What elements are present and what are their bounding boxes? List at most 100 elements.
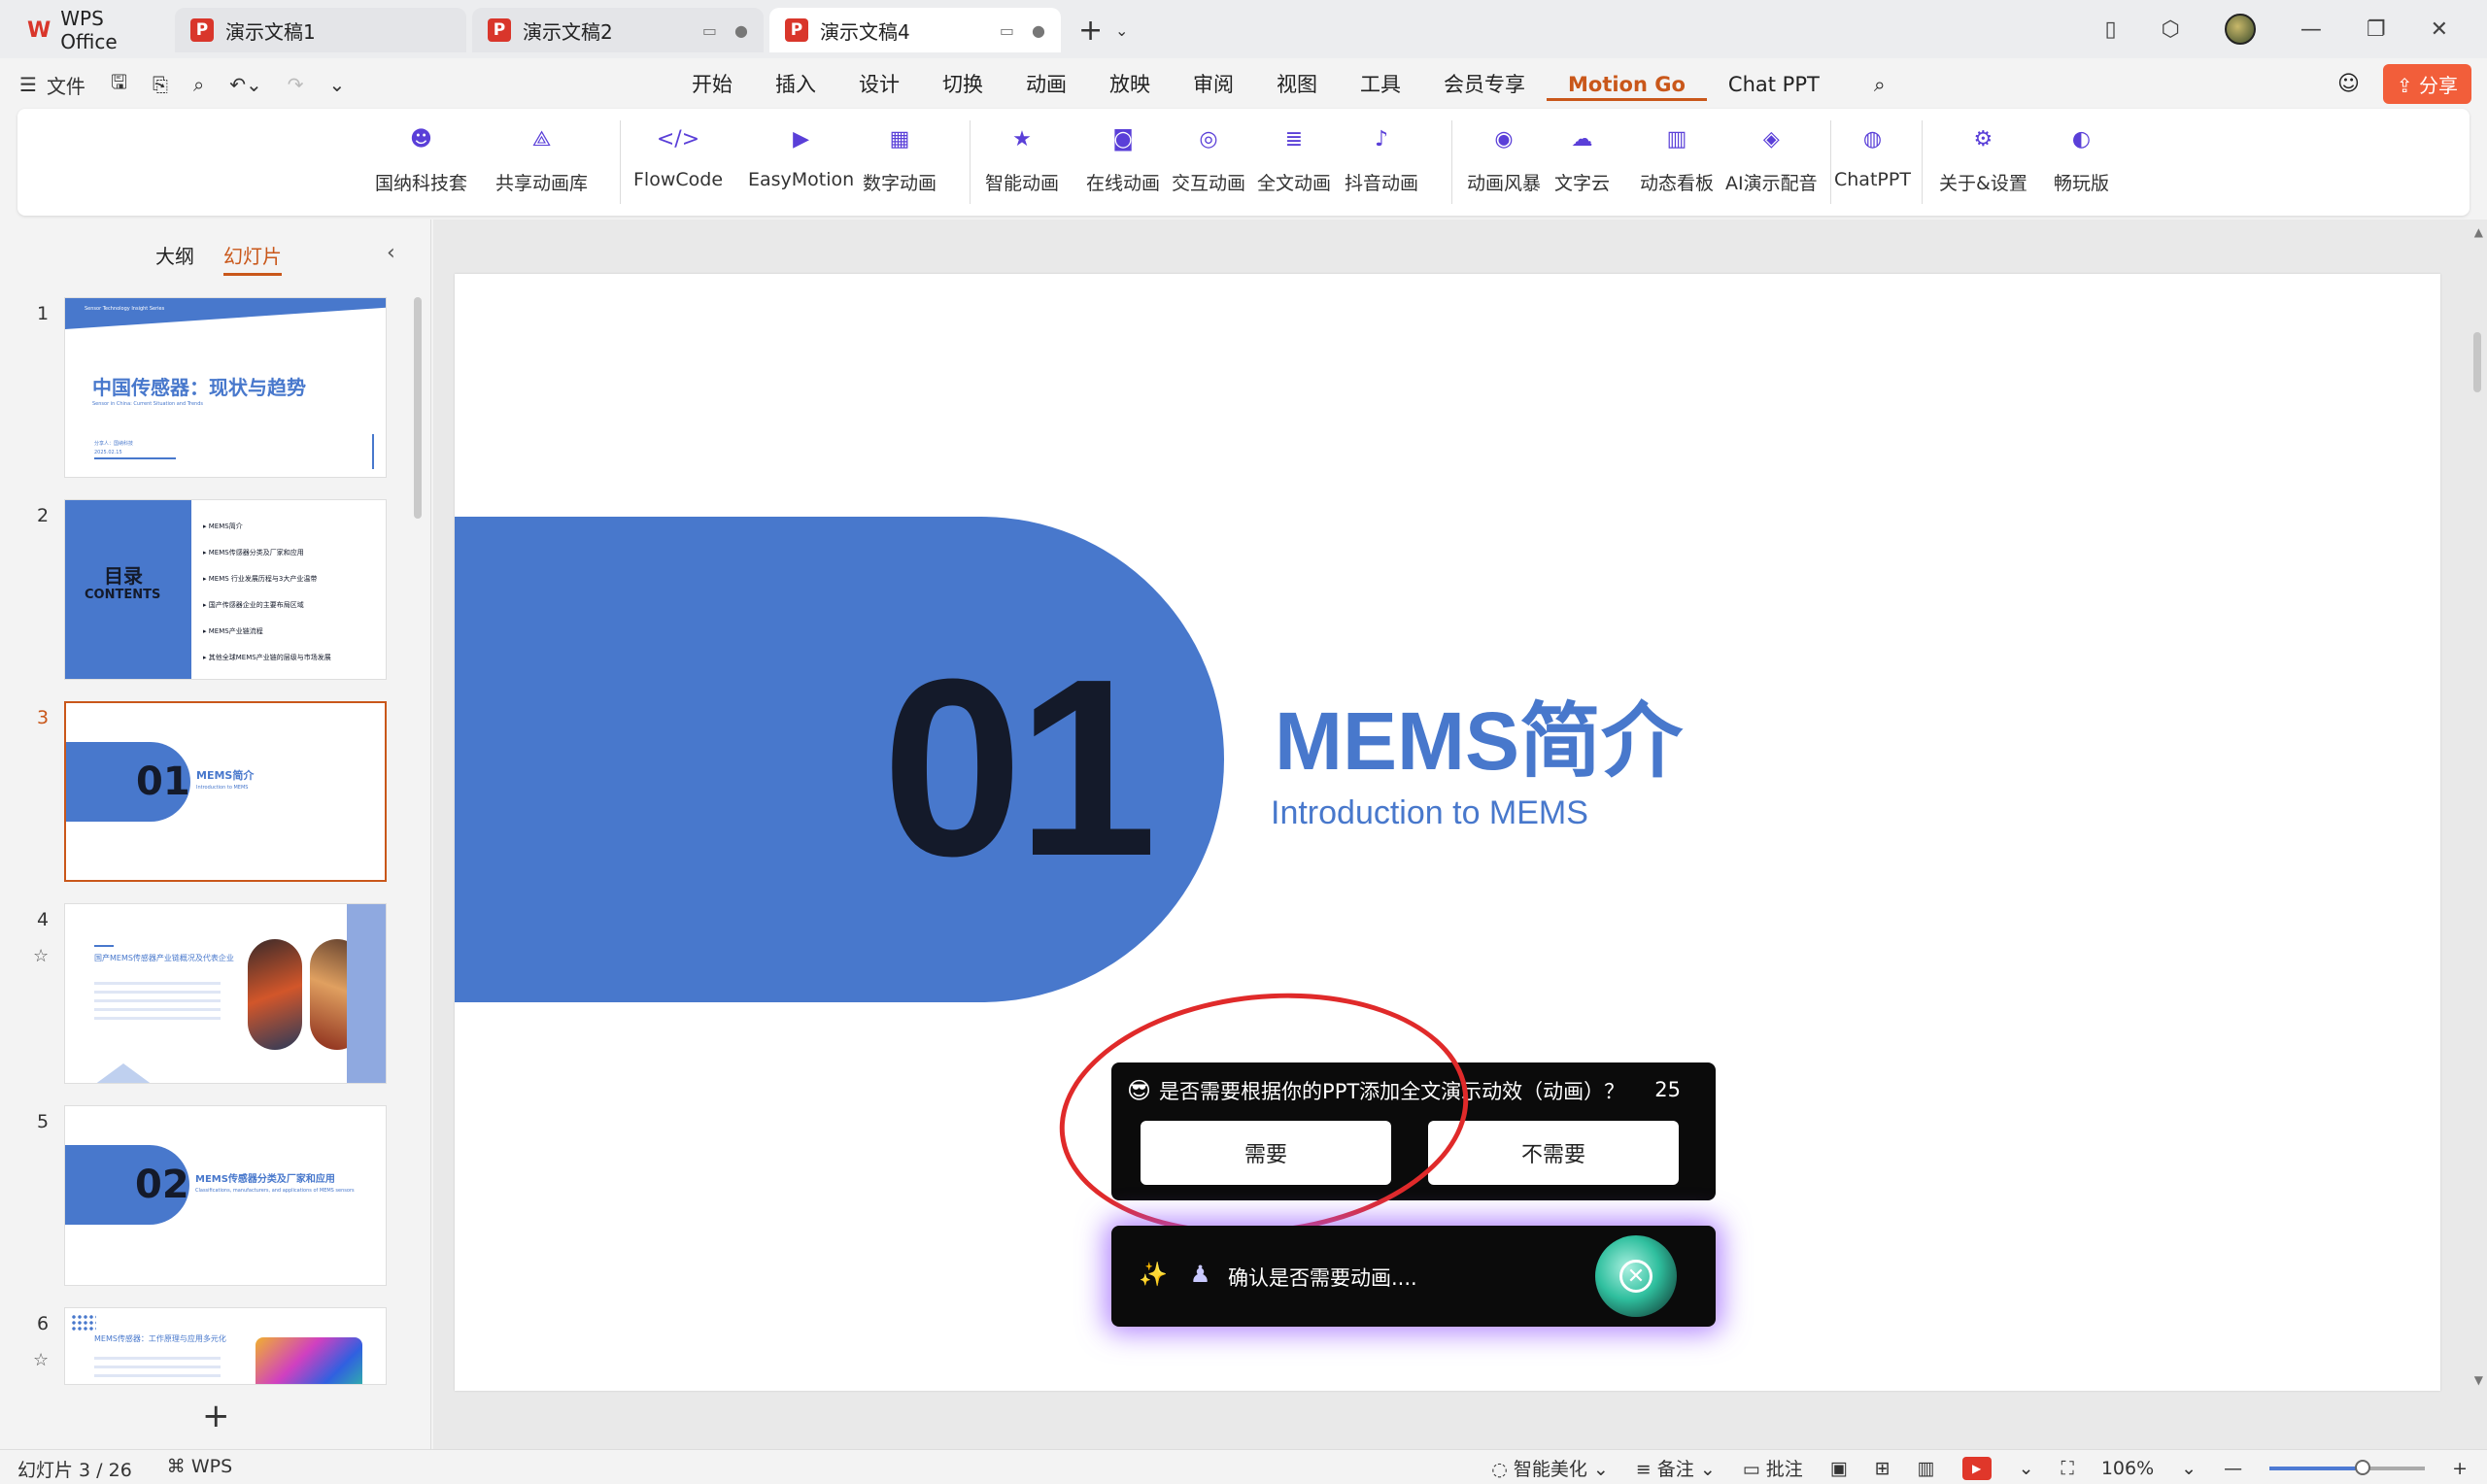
section-number[interactable]: 01	[882, 624, 1157, 914]
reading-view-icon[interactable]: ▥	[1918, 1458, 1935, 1479]
document-tab-4[interactable]: P 演示文稿4 ▭ ●	[769, 8, 1061, 52]
ribbon-digital-animation[interactable]: ▦ 数字动画	[863, 124, 937, 195]
smart-beautify-button[interactable]: ◌ 智能美化 ⌄	[1491, 1455, 1609, 1481]
notes-button[interactable]: ≡ 备注 ⌄	[1636, 1455, 1716, 1481]
ribbon-flowcode[interactable]: </> FlowCode	[633, 124, 723, 191]
zoom-slider-knob[interactable]	[2355, 1459, 2371, 1475]
chevron-down-icon[interactable]: ⌄	[2019, 1458, 2034, 1479]
layout-icon[interactable]: ▯	[2105, 17, 2117, 42]
tab-home[interactable]: 开始	[670, 68, 754, 101]
document-tab-1[interactable]: P 演示文稿1	[175, 8, 466, 52]
close-icon[interactable]: ✕	[2431, 17, 2448, 42]
slide-thumbnail-4[interactable]: 国产MEMS传感器产业链概况及代表企业	[64, 903, 387, 1084]
scroll-down-icon[interactable]: ▼	[2474, 1373, 2483, 1387]
chevron-down-icon[interactable]: ⌄	[1115, 21, 1128, 40]
slide-subtitle[interactable]: Introduction to MEMS	[1271, 794, 1588, 832]
ribbon-ai-voice[interactable]: ◈ AI演示配音	[1725, 124, 1818, 195]
ribbon-shared-library[interactable]: ⟁ 共享动画库	[495, 124, 588, 195]
save-icon[interactable]: 🖫	[111, 68, 127, 101]
ribbon-word-cloud[interactable]: ☁ 文字云	[1554, 124, 1610, 195]
print-preview-icon[interactable]: ⌕	[193, 73, 204, 96]
share-button[interactable]: ⇪ 分享	[2382, 64, 2471, 104]
slide-thumbnail-1[interactable]: Sensor Technology Insight Series 中国传感器：现…	[64, 297, 387, 478]
monitor-icon[interactable]: ▭	[1000, 21, 1014, 40]
export-icon[interactable]: ⎘	[153, 73, 168, 96]
tab-slideshow[interactable]: 放映	[1088, 68, 1172, 101]
ribbon-easymotion[interactable]: ▶ EasyMotion	[748, 124, 854, 191]
slide-thumbnail-6[interactable]: MEMS传感器：工作原理与应用多元化	[64, 1307, 387, 1385]
minimize-icon[interactable]: —	[2300, 17, 2322, 42]
current-slide-canvas[interactable]: 01 MEMS简介 Introduction to MEMS	[455, 274, 2440, 1391]
tab-outline[interactable]: 大纲	[155, 241, 194, 276]
tab-view[interactable]: 视图	[1255, 68, 1339, 101]
normal-view-icon[interactable]: ▣	[1830, 1458, 1848, 1479]
star-icon[interactable]: ☆	[33, 1350, 49, 1370]
tab-member[interactable]: 会员专享	[1422, 68, 1547, 101]
thumb-header: Sensor Technology Insight Series	[85, 306, 165, 312]
zoom-slider[interactable]	[2269, 1459, 2426, 1475]
comments-button[interactable]: ▭ 批注	[1743, 1455, 1803, 1481]
tab-chat-ppt[interactable]: Chat PPT	[1707, 68, 1841, 101]
wps-ai-button[interactable]: ⌘ WPS	[167, 1456, 232, 1482]
unsaved-dot-icon[interactable]: ●	[1032, 21, 1045, 40]
tab-tools[interactable]: 工具	[1339, 68, 1422, 101]
redo-icon[interactable]: ↷	[288, 73, 304, 96]
add-slide-plus-icon[interactable]: +	[202, 1397, 230, 1435]
wps-office-tab[interactable]: W WPS Office	[12, 7, 167, 53]
cube-icon[interactable]: ⬡	[2162, 17, 2180, 42]
ribbon-guona-tech[interactable]: ☻ 国纳科技套	[375, 124, 467, 195]
search-icon[interactable]: ⌕	[1841, 68, 1907, 101]
tab-label: 演示文稿2	[523, 19, 613, 44]
tab-slides[interactable]: 幻灯片	[223, 241, 282, 276]
toast-close-button[interactable]: ✕	[1595, 1235, 1677, 1317]
tab-transition[interactable]: 切换	[921, 68, 1005, 101]
ribbon-tiktok-animation[interactable]: ♪ 抖音动画	[1345, 124, 1418, 195]
online-icon: ◙	[1112, 126, 1134, 152]
wps-logo-icon: W	[27, 17, 51, 43]
user-avatar[interactable]	[2224, 14, 2256, 45]
slide-thumbnail-2[interactable]: 目录 CONTENTS ▸ MEMS简介 ▸ MEMS传感器分类及厂家和应用 ▸…	[64, 499, 387, 680]
star-icon[interactable]: ☆	[33, 946, 49, 966]
chevron-down-icon[interactable]: ⌄	[2181, 1458, 2197, 1479]
tab-design[interactable]: 设计	[837, 68, 921, 101]
monitor-icon[interactable]: ▭	[702, 21, 717, 40]
new-tab-plus-icon[interactable]: +	[1078, 14, 1103, 48]
comment-bubble-icon[interactable]: ☺	[2337, 72, 2360, 96]
play-slideshow-icon[interactable]: ▶	[1961, 1456, 1992, 1480]
zoom-out-icon[interactable]: —	[2224, 1458, 2242, 1479]
ribbon-online-animation[interactable]: ◙ 在线动画	[1086, 124, 1160, 195]
document-tab-2[interactable]: P 演示文稿2 ▭ ●	[472, 8, 764, 52]
ribbon-play-edition[interactable]: ◐ 畅玩版	[2054, 124, 2109, 195]
scroll-up-icon[interactable]: ▲	[2474, 225, 2483, 239]
tab-review[interactable]: 审阅	[1172, 68, 1255, 101]
ribbon-label: 智能动画	[985, 173, 1060, 194]
no-animation-button[interactable]: 不需要	[1428, 1121, 1679, 1185]
ribbon-about-settings[interactable]: ⚙ 关于&设置	[1939, 124, 2027, 195]
tab-motion-go[interactable]: Motion Go	[1547, 68, 1707, 101]
slide-sorter-icon[interactable]: ⊞	[1875, 1458, 1891, 1479]
restore-icon[interactable]: ❐	[2367, 17, 2386, 42]
slide-title[interactable]: MEMS简介	[1275, 676, 1683, 793]
ribbon-smart-animation[interactable]: ★ 智能动画	[985, 124, 1059, 195]
hamburger-menu-icon[interactable]: ☰	[19, 73, 37, 96]
thumbnail-scrollbar[interactable]	[414, 297, 422, 519]
more-chevron-icon[interactable]: ⌄	[328, 73, 345, 96]
zoom-in-icon[interactable]: +	[2452, 1458, 2468, 1479]
collapse-panel-icon[interactable]: ‹	[387, 241, 395, 265]
fit-window-icon[interactable]: ⛶	[2061, 1458, 2074, 1479]
slide-thumbnail-5[interactable]: 02 MEMS传感器分类及厂家和应用 Classifications, manu…	[64, 1105, 387, 1286]
ribbon-dynamic-dashboard[interactable]: ▥ 动态看板	[1640, 124, 1714, 195]
unsaved-dot-icon[interactable]: ●	[734, 21, 748, 40]
ribbon-chatppt[interactable]: ◍ ChatPPT	[1834, 124, 1911, 191]
editor-scrollbar[interactable]	[2473, 332, 2481, 392]
file-menu[interactable]: 文件	[47, 71, 85, 99]
settings-icon: ⚙	[1973, 126, 1993, 152]
tab-insert[interactable]: 插入	[754, 68, 837, 101]
zoom-level[interactable]: 106%	[2101, 1458, 2154, 1479]
slide-thumbnail-3[interactable]: 01 MEMS简介 Introduction to MEMS	[64, 701, 387, 882]
ribbon-animation-storm[interactable]: ◉ 动画风暴	[1467, 124, 1541, 195]
ribbon-fulltext-animation[interactable]: ≣ 全文动画	[1257, 124, 1331, 195]
ribbon-interactive-animation[interactable]: ◎ 交互动画	[1172, 124, 1245, 195]
tab-animation[interactable]: 动画	[1005, 68, 1088, 101]
undo-icon[interactable]: ↶⌄	[229, 73, 262, 96]
